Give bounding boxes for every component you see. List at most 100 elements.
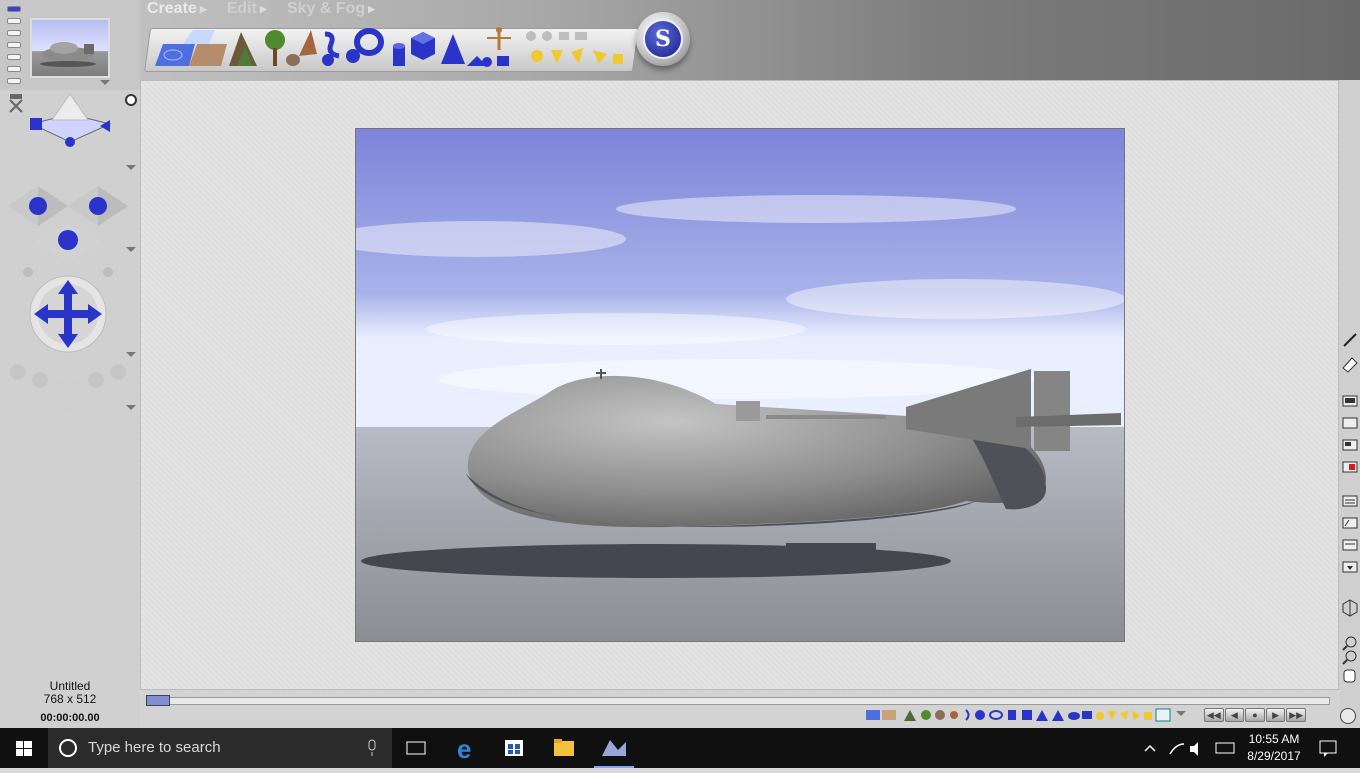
disc-icon[interactable] xyxy=(1068,712,1080,720)
text-icon[interactable] xyxy=(1342,517,1358,529)
eraser-icon[interactable] xyxy=(1342,357,1358,373)
ground-plane-icon[interactable] xyxy=(189,44,227,66)
bryce-app-button[interactable] xyxy=(590,728,638,768)
chevron-down-icon[interactable] xyxy=(1176,711,1186,716)
preview-menu-chevron-icon[interactable] xyxy=(100,80,110,85)
cone-icon[interactable] xyxy=(1052,710,1064,721)
camera-trackball-icon[interactable] xyxy=(30,93,112,147)
view-slot-5[interactable] xyxy=(7,54,21,60)
system-clock[interactable]: 10:55 AM 8/29/2017 xyxy=(1238,731,1310,765)
menu-sky-fog[interactable]: Sky & Fog ▶ xyxy=(287,0,375,18)
chevron-down-icon[interactable] xyxy=(126,352,136,357)
ground-plane-icon[interactable] xyxy=(882,710,896,720)
view-slot-2[interactable] xyxy=(7,18,21,24)
hand-icon[interactable] xyxy=(1343,669,1356,683)
torus-icon[interactable] xyxy=(989,710,1003,720)
cube-icon[interactable] xyxy=(1022,710,1032,720)
edit-icon[interactable] xyxy=(1342,539,1358,551)
render-settings-icon[interactable] xyxy=(1342,395,1358,407)
action-center-icon[interactable] xyxy=(1316,728,1340,768)
spiral-icon[interactable] xyxy=(965,709,970,721)
director-chair-icon[interactable] xyxy=(9,94,23,113)
render-area-icon[interactable] xyxy=(1342,417,1358,429)
figure-icon[interactable] xyxy=(482,27,511,67)
paintbrush-icon[interactable] xyxy=(1343,333,1357,347)
pyramid-icon[interactable] xyxy=(1036,710,1048,721)
object-move-arrows-icon[interactable] xyxy=(29,275,107,353)
cube-icon[interactable] xyxy=(411,32,435,60)
render-view[interactable] xyxy=(355,128,1125,642)
start-button[interactable] xyxy=(0,728,48,768)
torus-icon[interactable] xyxy=(346,28,384,63)
light-icon[interactable] xyxy=(1120,711,1128,721)
microphone-icon[interactable] xyxy=(364,728,380,768)
box-icon[interactable] xyxy=(1082,711,1092,719)
tree-icon[interactable] xyxy=(265,30,285,66)
task-view-button[interactable] xyxy=(392,728,440,768)
cylinder-icon[interactable] xyxy=(1008,710,1016,720)
water-plane-icon[interactable] xyxy=(866,710,880,720)
target-icon[interactable] xyxy=(125,94,137,106)
view-slot-1[interactable] xyxy=(7,6,21,12)
rock-icon[interactable] xyxy=(935,710,945,720)
terrain-icon[interactable] xyxy=(904,710,916,721)
keyboard-icon[interactable] xyxy=(1215,742,1235,754)
move-camera-xy-icon[interactable] xyxy=(8,186,68,226)
menu-create[interactable]: Create ▶ xyxy=(147,0,207,18)
store-button[interactable] xyxy=(490,728,538,768)
water-plane-icon[interactable] xyxy=(155,44,195,66)
file-explorer-button[interactable] xyxy=(540,728,588,768)
light-icon[interactable] xyxy=(1132,711,1140,721)
spiral-icon[interactable] xyxy=(322,31,340,66)
infinite-plane-icon[interactable] xyxy=(183,30,215,44)
timeline-handle[interactable] xyxy=(146,695,170,706)
zoom-in-icon[interactable] xyxy=(1342,636,1357,651)
screen-icon[interactable] xyxy=(1155,708,1171,722)
forward-icon[interactable]: ▶▶ xyxy=(1286,708,1306,722)
spotlight-icon[interactable] xyxy=(1108,711,1116,721)
light-icon[interactable] xyxy=(526,31,623,64)
light-bulb-icon[interactable] xyxy=(1096,712,1104,720)
cylinder-icon[interactable] xyxy=(393,43,405,66)
record-icon[interactable]: ● xyxy=(1245,708,1265,722)
view-slot-6[interactable] xyxy=(7,66,21,72)
shell-icon[interactable] xyxy=(950,711,958,719)
preview-thumbnail[interactable] xyxy=(30,18,110,78)
timeline-track[interactable] xyxy=(148,697,1330,705)
play-icon[interactable]: ▶ xyxy=(1265,708,1286,722)
volume-icon[interactable] xyxy=(1190,742,1198,756)
move-camera-pan-icon[interactable] xyxy=(23,224,113,277)
view-slot-7[interactable] xyxy=(7,78,21,84)
chevron-down-icon[interactable] xyxy=(126,405,136,410)
object-size-spheres-icon[interactable] xyxy=(10,364,126,411)
triangle-right-icon: ▶ xyxy=(259,4,267,14)
list-icon[interactable] xyxy=(1342,495,1358,507)
move-camera-z-icon[interactable] xyxy=(68,186,128,226)
stop-render-icon[interactable] xyxy=(1342,461,1358,473)
logo-button[interactable]: S xyxy=(636,12,690,66)
view-slot-3[interactable] xyxy=(7,30,21,36)
search-box[interactable]: Type here to search xyxy=(48,728,392,768)
pyramid-icon[interactable] xyxy=(441,34,487,66)
zoom-out-icon[interactable] xyxy=(1342,650,1357,665)
chevron-down-icon[interactable] xyxy=(126,247,136,252)
svg-text:e: e xyxy=(457,734,471,764)
render-icon[interactable] xyxy=(1342,439,1358,451)
globe-icon[interactable] xyxy=(1340,708,1356,724)
terrain-icon[interactable] xyxy=(229,32,257,66)
wireframe-cube-icon[interactable] xyxy=(1342,599,1358,617)
tree-icon[interactable] xyxy=(921,710,931,720)
network-icon[interactable] xyxy=(1169,743,1185,755)
view-slot-4[interactable] xyxy=(7,42,21,48)
edge-button[interactable]: e xyxy=(442,728,490,768)
menu-icon[interactable] xyxy=(1342,561,1358,573)
step-back-icon[interactable]: ◀ xyxy=(1224,708,1245,722)
area-light-icon[interactable] xyxy=(1144,712,1152,720)
search-placeholder: Type here to search xyxy=(88,739,221,756)
sphere-icon[interactable] xyxy=(975,710,985,720)
rewind-icon[interactable]: ◀◀ xyxy=(1204,708,1224,722)
menu-edit[interactable]: Edit ▶ xyxy=(227,0,267,18)
rock-icon[interactable] xyxy=(286,30,317,66)
chevron-down-icon[interactable] xyxy=(126,165,136,170)
show-hidden-icons-icon[interactable] xyxy=(1144,744,1156,752)
